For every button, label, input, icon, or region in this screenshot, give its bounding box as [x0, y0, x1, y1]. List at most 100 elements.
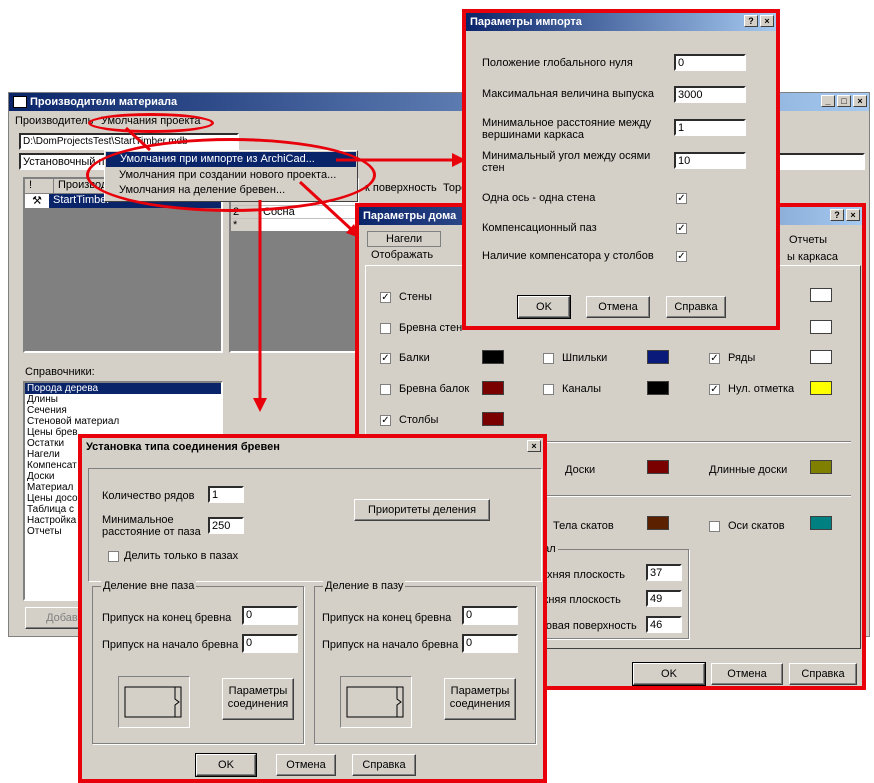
global-zero-input[interactable]: 0 [674, 54, 746, 71]
upper-plane-input[interactable]: 37 [646, 564, 682, 581]
one-axis-checkbox[interactable]: ✓ [676, 193, 687, 204]
max-overhang-label: Максимальная величина выпуска [482, 88, 654, 100]
minimize-button[interactable]: _ [821, 95, 835, 107]
slope-axes-label: Оси скатов [728, 520, 785, 532]
outside-groove-title: Деление вне паза [101, 580, 197, 592]
close-button[interactable]: × [760, 15, 774, 27]
post-comp-checkbox[interactable]: ✓ [676, 251, 687, 262]
color-swatch[interactable] [482, 412, 504, 426]
boards-label: Доски [565, 464, 596, 476]
wall-logs-checkbox[interactable] [380, 323, 391, 334]
joint-title: Установка типа соединения бревен [86, 441, 280, 453]
rows-checkbox[interactable]: ✓ [709, 353, 720, 364]
close-button[interactable]: × [853, 95, 867, 107]
beams-label: Балки [399, 352, 430, 364]
posts-label: Столбы [399, 414, 439, 426]
min-groove-input[interactable]: 250 [208, 517, 244, 534]
channels-checkbox[interactable] [543, 384, 554, 395]
split-priority-button[interactable]: Приоритеты деления [354, 499, 490, 521]
menu-producer[interactable]: Производитель [15, 115, 93, 127]
studs-checkbox[interactable] [543, 353, 554, 364]
max-overhang-input[interactable]: 3000 [674, 86, 746, 103]
help-icon[interactable]: ? [744, 15, 758, 27]
side-surface-input[interactable]: 46 [646, 616, 682, 633]
joint-params-label: Параметры соединения [449, 685, 511, 710]
tab-frame[interactable]: ы каркаса [787, 251, 838, 263]
grid-header-flag[interactable]: ! [25, 179, 54, 193]
upper-plane-label: рхняя плоскость [541, 569, 625, 581]
rows-count-label: Количество рядов [102, 490, 195, 502]
help-icon[interactable]: ? [830, 209, 844, 221]
rows-count-input[interactable]: 1 [208, 486, 244, 503]
lower-plane-label: жняя плоскость [541, 594, 621, 606]
list-item[interactable]: Сечения [25, 405, 221, 416]
house-cancel-button[interactable]: Отмена [711, 663, 783, 685]
house-help-button[interactable]: Справка [789, 663, 857, 685]
comp-groove-label: Компенсационный паз [482, 222, 597, 234]
list-item[interactable]: Стеновой материал [25, 416, 221, 427]
house-title: Параметры дома [363, 210, 457, 222]
channels-label: Каналы [562, 383, 602, 395]
joint-params-button[interactable]: Параметры соединения [222, 678, 294, 720]
end-allowance-input[interactable]: 0 [242, 606, 298, 625]
tab-display[interactable]: Отображать [371, 249, 433, 261]
min-distance-input[interactable]: 1 [674, 119, 746, 136]
color-swatch[interactable] [810, 320, 832, 334]
start-allowance-input-2[interactable]: 0 [462, 634, 518, 653]
joint-params-label: Параметры соединения [227, 685, 289, 710]
slope-bodies-label: Тела скатов [553, 520, 614, 532]
app-icon [13, 96, 27, 109]
list-item[interactable]: Длины [25, 394, 221, 405]
import-titlebar: Параметры импорта ? × [466, 13, 776, 31]
color-swatch[interactable] [647, 381, 669, 395]
joint-ok-button[interactable]: OK [195, 753, 257, 777]
wall-logs-label: Бревна стен [399, 322, 463, 334]
color-swatch[interactable] [810, 381, 832, 395]
import-help-button[interactable]: Справка [666, 296, 726, 318]
house-ok-button[interactable]: OK [632, 662, 706, 686]
end-allowance-input-2[interactable]: 0 [462, 606, 518, 625]
walls-label: Стены [399, 291, 432, 303]
beams-checkbox[interactable]: ✓ [380, 353, 391, 364]
split-in-grooves-label: Делить только в пазах [124, 550, 239, 562]
slope-axes-checkbox[interactable] [709, 521, 720, 532]
joint-cancel-button[interactable]: Отмена [276, 754, 336, 776]
joint-params-button[interactable]: Параметры соединения [444, 678, 516, 720]
joint-help-button[interactable]: Справка [352, 754, 416, 776]
import-cancel-button[interactable]: Отмена [586, 296, 650, 318]
posts-checkbox[interactable]: ✓ [380, 415, 391, 426]
color-swatch[interactable] [647, 460, 669, 474]
color-swatch[interactable] [810, 288, 832, 302]
close-button[interactable]: × [527, 440, 541, 452]
close-button[interactable]: × [846, 209, 860, 221]
color-swatch[interactable] [810, 350, 832, 364]
tab-nagels[interactable]: Нагели [367, 231, 442, 247]
color-swatch[interactable] [482, 350, 504, 364]
walls-checkbox[interactable]: ✓ [380, 292, 391, 303]
highlight-ellipse-popup [86, 138, 376, 212]
list-item[interactable]: Порода дерева [25, 383, 221, 394]
start-allowance-input[interactable]: 0 [242, 634, 298, 653]
start-allowance-label: Припуск на начало бревна [322, 639, 459, 651]
color-swatch[interactable] [647, 516, 669, 530]
zero-mark-checkbox[interactable]: ✓ [709, 384, 720, 395]
grid2-header-surface[interactable]: к поверхность [365, 182, 437, 194]
global-zero-label: Положение глобального нуля [482, 57, 633, 69]
color-swatch[interactable] [810, 516, 832, 530]
window-title: Производители материала [30, 96, 178, 108]
beam-logs-checkbox[interactable] [380, 384, 391, 395]
lower-plane-input[interactable]: 49 [646, 590, 682, 607]
color-swatch[interactable] [810, 460, 832, 474]
joint-dialog: Установка типа соединения бревен × Колич… [78, 434, 547, 783]
grid2-row-number: * [231, 219, 259, 231]
split-in-grooves-checkbox[interactable] [108, 551, 119, 562]
min-angle-label: Минимальный угол между осями стен [482, 150, 651, 174]
import-ok-button[interactable]: OK [517, 295, 571, 319]
min-angle-input[interactable]: 10 [674, 152, 746, 169]
color-swatch[interactable] [482, 381, 504, 395]
comp-groove-checkbox[interactable]: ✓ [676, 223, 687, 234]
color-swatch[interactable] [647, 350, 669, 364]
min-distance-label: Минимальное расстояние между вершинами к… [482, 117, 652, 141]
tab-reports[interactable]: Отчеты [771, 233, 845, 247]
maximize-button[interactable]: □ [837, 95, 851, 107]
